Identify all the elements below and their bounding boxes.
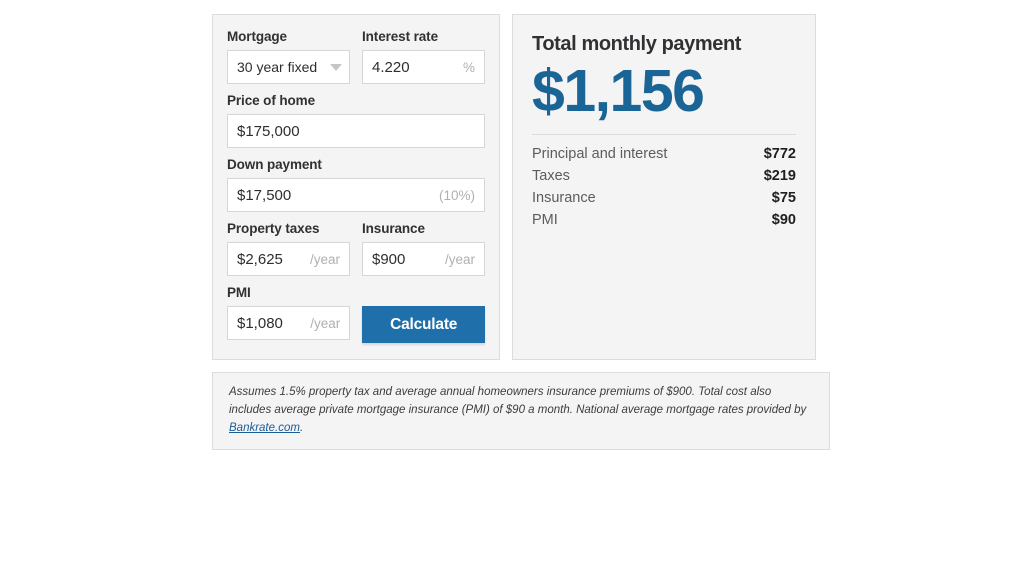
results-panel: Total monthly payment $1,156 Principal a… (512, 14, 816, 360)
price-of-home-value: $175,000 (237, 122, 300, 140)
down-payment-field: Down payment $17,500 (10%) (227, 157, 485, 212)
breakdown-row-principal-and-interest: Principal and interest $772 (532, 146, 796, 162)
breakdown-row-taxes: Taxes $219 (532, 168, 796, 184)
breakdown-value: $219 (763, 168, 796, 185)
breakdown-label: PMI (532, 212, 558, 229)
down-payment-input[interactable]: $17,500 (10%) (227, 178, 485, 212)
price-of-home-input[interactable]: $175,000 (227, 114, 485, 148)
down-payment-percent: (10%) (438, 187, 475, 203)
mortgage-form-panel: Mortgage 30 year fixed Interest rate 4.2… (212, 14, 500, 360)
pmi-suffix: /year (310, 315, 341, 331)
property-taxes-label: Property taxes (227, 221, 320, 236)
property-taxes-value: $2,625 (237, 250, 283, 268)
price-of-home-label: Price of home (227, 93, 315, 108)
breakdown-value: $75 (771, 190, 796, 207)
insurance-value: $900 (372, 250, 406, 268)
pmi-field: PMI $1,080 /year Calculate (227, 285, 485, 343)
interest-rate-field: Interest rate 4.220 % (362, 29, 485, 84)
breakdown-value: $90 (771, 212, 796, 229)
disclaimer-text: Assumes 1.5% property tax and average an… (229, 384, 813, 437)
results-divider (532, 134, 796, 136)
insurance-suffix: /year (444, 251, 475, 267)
mortgage-term-field: Mortgage 30 year fixed (227, 29, 350, 84)
calculate-button[interactable]: Calculate (362, 306, 485, 343)
disclaimer-panel: Assumes 1.5% property tax and average an… (212, 372, 830, 451)
interest-rate-suffix: % (462, 59, 475, 75)
mortgage-calculator-widget: Mortgage 30 year fixed Interest rate 4.2… (212, 14, 830, 451)
interest-rate-input[interactable]: 4.220 % (362, 50, 485, 84)
mortgage-term-value: 30 year fixed (237, 59, 318, 75)
breakdown-label: Insurance (532, 190, 596, 207)
bankrate-link[interactable]: Bankrate.com (229, 422, 300, 434)
insurance-input[interactable]: $900 /year (362, 242, 485, 276)
down-payment-label: Down payment (227, 157, 322, 172)
mortgage-term-label: Mortgage (227, 29, 287, 44)
breakdown-label: Taxes (532, 168, 570, 185)
pmi-label: PMI (227, 285, 251, 300)
mortgage-term-select[interactable]: 30 year fixed (227, 50, 350, 84)
interest-rate-label: Interest rate (362, 29, 438, 44)
interest-rate-value: 4.220 (372, 58, 410, 76)
total-monthly-payment-amount: $1,156 (532, 58, 705, 124)
results-title: Total monthly payment (532, 33, 742, 55)
insurance-label: Insurance (362, 221, 425, 236)
pmi-calculate-row: $1,080 /year Calculate (227, 306, 485, 343)
insurance-field: Insurance $900 /year (362, 221, 485, 276)
property-taxes-field: Property taxes $2,625 /year (227, 221, 350, 276)
breakdown-value: $772 (763, 146, 796, 163)
taxes-insurance-row: Property taxes $2,625 /year Insurance $9… (227, 221, 485, 285)
calculator-panels: Mortgage 30 year fixed Interest rate 4.2… (212, 14, 830, 360)
property-taxes-input[interactable]: $2,625 /year (227, 242, 350, 276)
price-of-home-field: Price of home $175,000 (227, 93, 485, 148)
disclaimer-text-before: Assumes 1.5% property tax and average an… (229, 386, 807, 416)
breakdown-row-insurance: Insurance $75 (532, 190, 796, 206)
pmi-input[interactable]: $1,080 /year (227, 306, 351, 340)
mortgage-rate-row: Mortgage 30 year fixed Interest rate 4.2… (227, 29, 485, 93)
pmi-value: $1,080 (237, 314, 283, 332)
down-payment-value: $17,500 (237, 186, 292, 204)
payment-breakdown-list: Principal and interest $772 Taxes $219 I… (532, 146, 796, 228)
chevron-down-icon (330, 63, 342, 71)
breakdown-row-pmi: PMI $90 (532, 212, 796, 228)
property-taxes-suffix: /year (309, 251, 340, 267)
disclaimer-text-after: . (299, 421, 304, 434)
breakdown-label: Principal and interest (532, 146, 668, 163)
